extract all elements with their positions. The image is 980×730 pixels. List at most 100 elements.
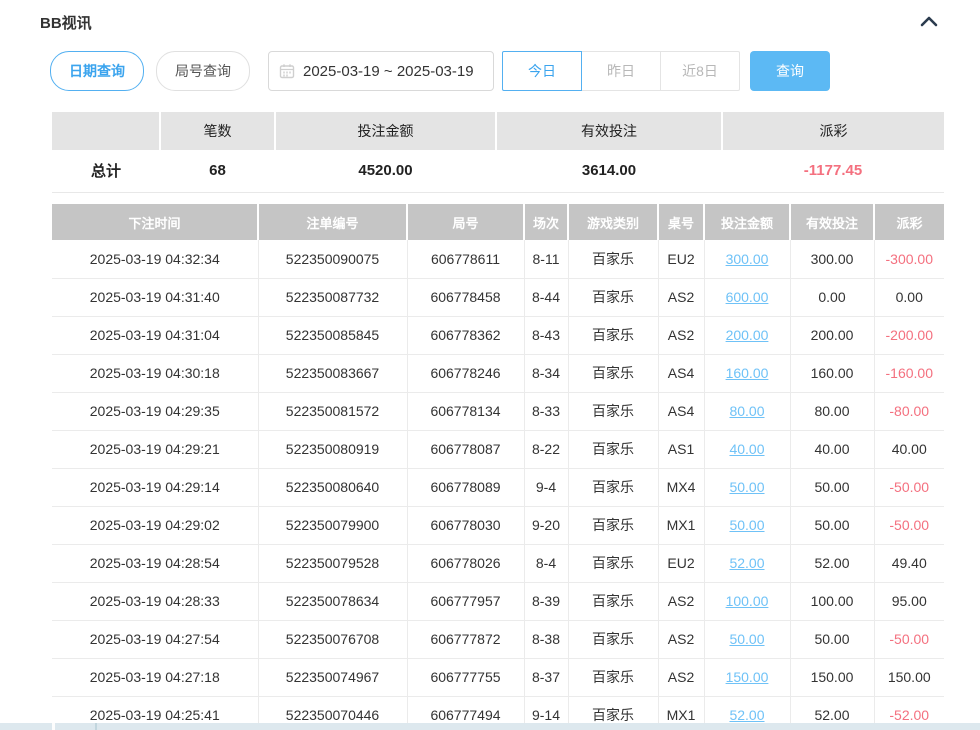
col-header-order-no: 注单编号 bbox=[258, 204, 407, 240]
table-row: 2025-03-19 04:31:04522350085845606778362… bbox=[52, 316, 944, 354]
bet-amount-link[interactable]: 150.00 bbox=[726, 669, 769, 685]
table-no-cell: EU2 bbox=[658, 544, 704, 582]
collapse-button[interactable] bbox=[916, 8, 942, 34]
summary-bet-amount-value: 4520.00 bbox=[275, 150, 496, 192]
table-row: 2025-03-19 04:29:35522350081572606778134… bbox=[52, 392, 944, 430]
bet-time-cell: 2025-03-19 04:29:35 bbox=[52, 392, 258, 430]
bet-amount-link[interactable]: 100.00 bbox=[726, 593, 769, 609]
bet-amount-link[interactable]: 50.00 bbox=[729, 517, 764, 533]
col-header-round-no: 局号 bbox=[407, 204, 524, 240]
quick-filter-group: 今日 昨日 近8日 bbox=[502, 51, 740, 91]
date-range-input[interactable]: 2025-03-19 ~ 2025-03-19 bbox=[268, 51, 494, 91]
search-button[interactable]: 查询 bbox=[750, 51, 830, 91]
valid-bet-cell: 80.00 bbox=[790, 392, 874, 430]
payout-cell: -50.00 bbox=[874, 620, 944, 658]
order-no-cell: 522350079528 bbox=[258, 544, 407, 582]
summary-total-label: 总计 bbox=[52, 150, 160, 192]
session-cell: 8-39 bbox=[524, 582, 568, 620]
round-no-cell: 606778087 bbox=[407, 430, 524, 468]
round-no-cell: 606778246 bbox=[407, 354, 524, 392]
query-toolbar: 日期查询 局号查询 2025-03-19 ~ 2025-03-19 今日 昨日 … bbox=[50, 51, 830, 91]
bet-amount-cell: 50.00 bbox=[704, 468, 790, 506]
valid-bet-cell: 40.00 bbox=[790, 430, 874, 468]
summary-total-row: 总计 68 4520.00 3614.00 -1177.45 bbox=[52, 150, 944, 192]
order-no-cell: 522350080640 bbox=[258, 468, 407, 506]
session-cell: 9-4 bbox=[524, 468, 568, 506]
bet-time-cell: 2025-03-19 04:30:18 bbox=[52, 354, 258, 392]
bet-amount-link[interactable]: 52.00 bbox=[729, 707, 764, 723]
bet-amount-link[interactable]: 80.00 bbox=[729, 403, 764, 419]
bet-amount-link[interactable]: 200.00 bbox=[726, 327, 769, 343]
bet-amount-link[interactable]: 40.00 bbox=[729, 441, 764, 457]
bet-time-cell: 2025-03-19 04:31:40 bbox=[52, 278, 258, 316]
table-no-cell: MX4 bbox=[658, 468, 704, 506]
valid-bet-cell: 150.00 bbox=[790, 658, 874, 696]
session-cell: 8-4 bbox=[524, 544, 568, 582]
table-row: 2025-03-19 04:27:54522350076708606777872… bbox=[52, 620, 944, 658]
payout-cell: -50.00 bbox=[874, 468, 944, 506]
payout-cell: -200.00 bbox=[874, 316, 944, 354]
session-cell: 8-44 bbox=[524, 278, 568, 316]
session-cell: 9-20 bbox=[524, 506, 568, 544]
round-no-cell: 606778134 bbox=[407, 392, 524, 430]
col-header-session: 场次 bbox=[524, 204, 568, 240]
quick-filter-yesterday[interactable]: 昨日 bbox=[581, 51, 661, 91]
round-no-cell: 606778089 bbox=[407, 468, 524, 506]
round-no-cell: 606778026 bbox=[407, 544, 524, 582]
bet-amount-link[interactable]: 300.00 bbox=[726, 251, 769, 267]
summary-table: 笔数 投注金额 有效投注 派彩 总计 68 4520.00 3614.00 -1… bbox=[52, 112, 944, 193]
page-title: BB视讯 bbox=[40, 12, 92, 33]
bet-amount-link[interactable]: 50.00 bbox=[729, 631, 764, 647]
tab-round-query[interactable]: 局号查询 bbox=[156, 51, 250, 91]
table-no-cell: AS2 bbox=[658, 620, 704, 658]
quick-filter-today[interactable]: 今日 bbox=[502, 51, 582, 91]
order-no-cell: 522350085845 bbox=[258, 316, 407, 354]
game-type-cell: 百家乐 bbox=[568, 582, 658, 620]
col-header-valid-bet: 有效投注 bbox=[790, 204, 874, 240]
order-no-cell: 522350083667 bbox=[258, 354, 407, 392]
bet-amount-cell: 200.00 bbox=[704, 316, 790, 354]
game-type-cell: 百家乐 bbox=[568, 354, 658, 392]
quick-filter-last8days[interactable]: 近8日 bbox=[660, 51, 740, 91]
game-type-cell: 百家乐 bbox=[568, 278, 658, 316]
valid-bet-cell: 160.00 bbox=[790, 354, 874, 392]
summary-header-count: 笔数 bbox=[160, 112, 275, 150]
bet-amount-cell: 150.00 bbox=[704, 658, 790, 696]
valid-bet-cell: 200.00 bbox=[790, 316, 874, 354]
summary-header-valid-bet: 有效投注 bbox=[496, 112, 722, 150]
table-no-cell: EU2 bbox=[658, 240, 704, 278]
bet-time-cell: 2025-03-19 04:29:02 bbox=[52, 506, 258, 544]
table-no-cell: AS2 bbox=[658, 316, 704, 354]
bet-amount-cell: 300.00 bbox=[704, 240, 790, 278]
session-cell: 8-43 bbox=[524, 316, 568, 354]
order-no-cell: 522350078634 bbox=[258, 582, 407, 620]
payout-cell: 49.40 bbox=[874, 544, 944, 582]
payout-cell: -50.00 bbox=[874, 506, 944, 544]
bet-amount-link[interactable]: 50.00 bbox=[729, 479, 764, 495]
game-type-cell: 百家乐 bbox=[568, 658, 658, 696]
game-type-cell: 百家乐 bbox=[568, 544, 658, 582]
round-no-cell: 606777755 bbox=[407, 658, 524, 696]
bet-amount-link[interactable]: 52.00 bbox=[729, 555, 764, 571]
valid-bet-cell: 52.00 bbox=[790, 544, 874, 582]
bet-time-cell: 2025-03-19 04:27:54 bbox=[52, 620, 258, 658]
bet-amount-link[interactable]: 160.00 bbox=[726, 365, 769, 381]
col-header-bet-time: 下注时间 bbox=[52, 204, 258, 240]
bet-time-cell: 2025-03-19 04:32:34 bbox=[52, 240, 258, 278]
bet-amount-link[interactable]: 600.00 bbox=[726, 289, 769, 305]
session-cell: 8-22 bbox=[524, 430, 568, 468]
table-row: 2025-03-19 04:28:33522350078634606777957… bbox=[52, 582, 944, 620]
tab-date-query[interactable]: 日期查询 bbox=[50, 51, 144, 91]
summary-header-row: 笔数 投注金额 有效投注 派彩 bbox=[52, 112, 944, 150]
payout-cell: 150.00 bbox=[874, 658, 944, 696]
table-no-cell: AS1 bbox=[658, 430, 704, 468]
payout-cell: -80.00 bbox=[874, 392, 944, 430]
round-no-cell: 606778030 bbox=[407, 506, 524, 544]
bet-time-cell: 2025-03-19 04:27:18 bbox=[52, 658, 258, 696]
horizontal-scrollbar[interactable] bbox=[0, 723, 980, 730]
payout-cell: 95.00 bbox=[874, 582, 944, 620]
bet-table-header-row: 下注时间 注单编号 局号 场次 游戏类别 桌号 投注金额 有效投注 派彩 bbox=[52, 204, 944, 240]
game-type-cell: 百家乐 bbox=[568, 316, 658, 354]
order-no-cell: 522350080919 bbox=[258, 430, 407, 468]
bb-video-panel: BB视讯 日期查询 局号查询 2025-03-19 ~ 2025-03-19 bbox=[0, 0, 980, 730]
